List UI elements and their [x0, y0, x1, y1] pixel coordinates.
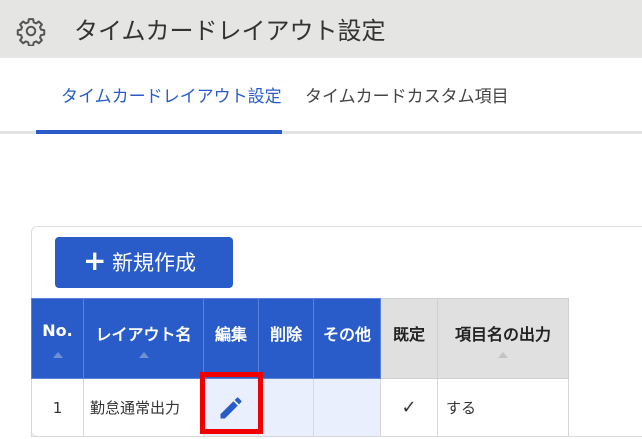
column-header-no[interactable]: No.: [31, 298, 84, 379]
new-create-button[interactable]: + 新規作成: [55, 237, 233, 288]
column-header-layout-name[interactable]: レイアウト名: [83, 298, 204, 379]
column-header-delete: 削除: [258, 298, 314, 379]
sort-arrow-icon: [52, 352, 63, 358]
page-title: タイムカードレイアウト設定: [74, 17, 386, 45]
gear-icon[interactable]: [16, 16, 46, 46]
row-layout-name: 勤怠通常出力: [83, 378, 204, 437]
row-no: 1: [31, 378, 84, 437]
table-row: 1 勤怠通常出力 ✓ する: [31, 378, 569, 437]
sort-arrow-icon: [498, 352, 508, 358]
row-item-name-output: する: [437, 378, 569, 437]
tab-bar: タイムカードレイアウト設定 タイムカードカスタム項目: [0, 58, 642, 134]
row-other-cell: [313, 378, 381, 437]
column-header-item-name-output[interactable]: 項目名の出力: [437, 298, 569, 379]
page-header: タイムカードレイアウト設定: [0, 0, 642, 58]
sort-arrow-icon: [138, 352, 149, 358]
table-header-row: No. レイアウト名 編集 削除 その他 既定 項目名の出力: [31, 298, 569, 379]
plus-icon: +: [83, 244, 107, 277]
active-tab-indicator: [36, 130, 282, 134]
column-header-edit: 編集: [203, 298, 259, 379]
layout-table: No. レイアウト名 編集 削除 その他 既定 項目名の出力 1 勤怠通常出力: [31, 298, 569, 437]
row-default-checkmark: ✓: [380, 378, 438, 437]
pencil-icon[interactable]: [217, 394, 245, 422]
tab-timecard-custom-items[interactable]: タイムカードカスタム項目: [305, 85, 509, 109]
row-delete-cell: [258, 378, 314, 437]
column-header-default: 既定: [380, 298, 438, 379]
tab-timecard-layout[interactable]: タイムカードレイアウト設定: [61, 85, 282, 109]
column-header-other: その他: [313, 298, 381, 379]
row-edit-cell[interactable]: [203, 378, 259, 437]
new-create-label: 新規作成: [112, 251, 196, 275]
